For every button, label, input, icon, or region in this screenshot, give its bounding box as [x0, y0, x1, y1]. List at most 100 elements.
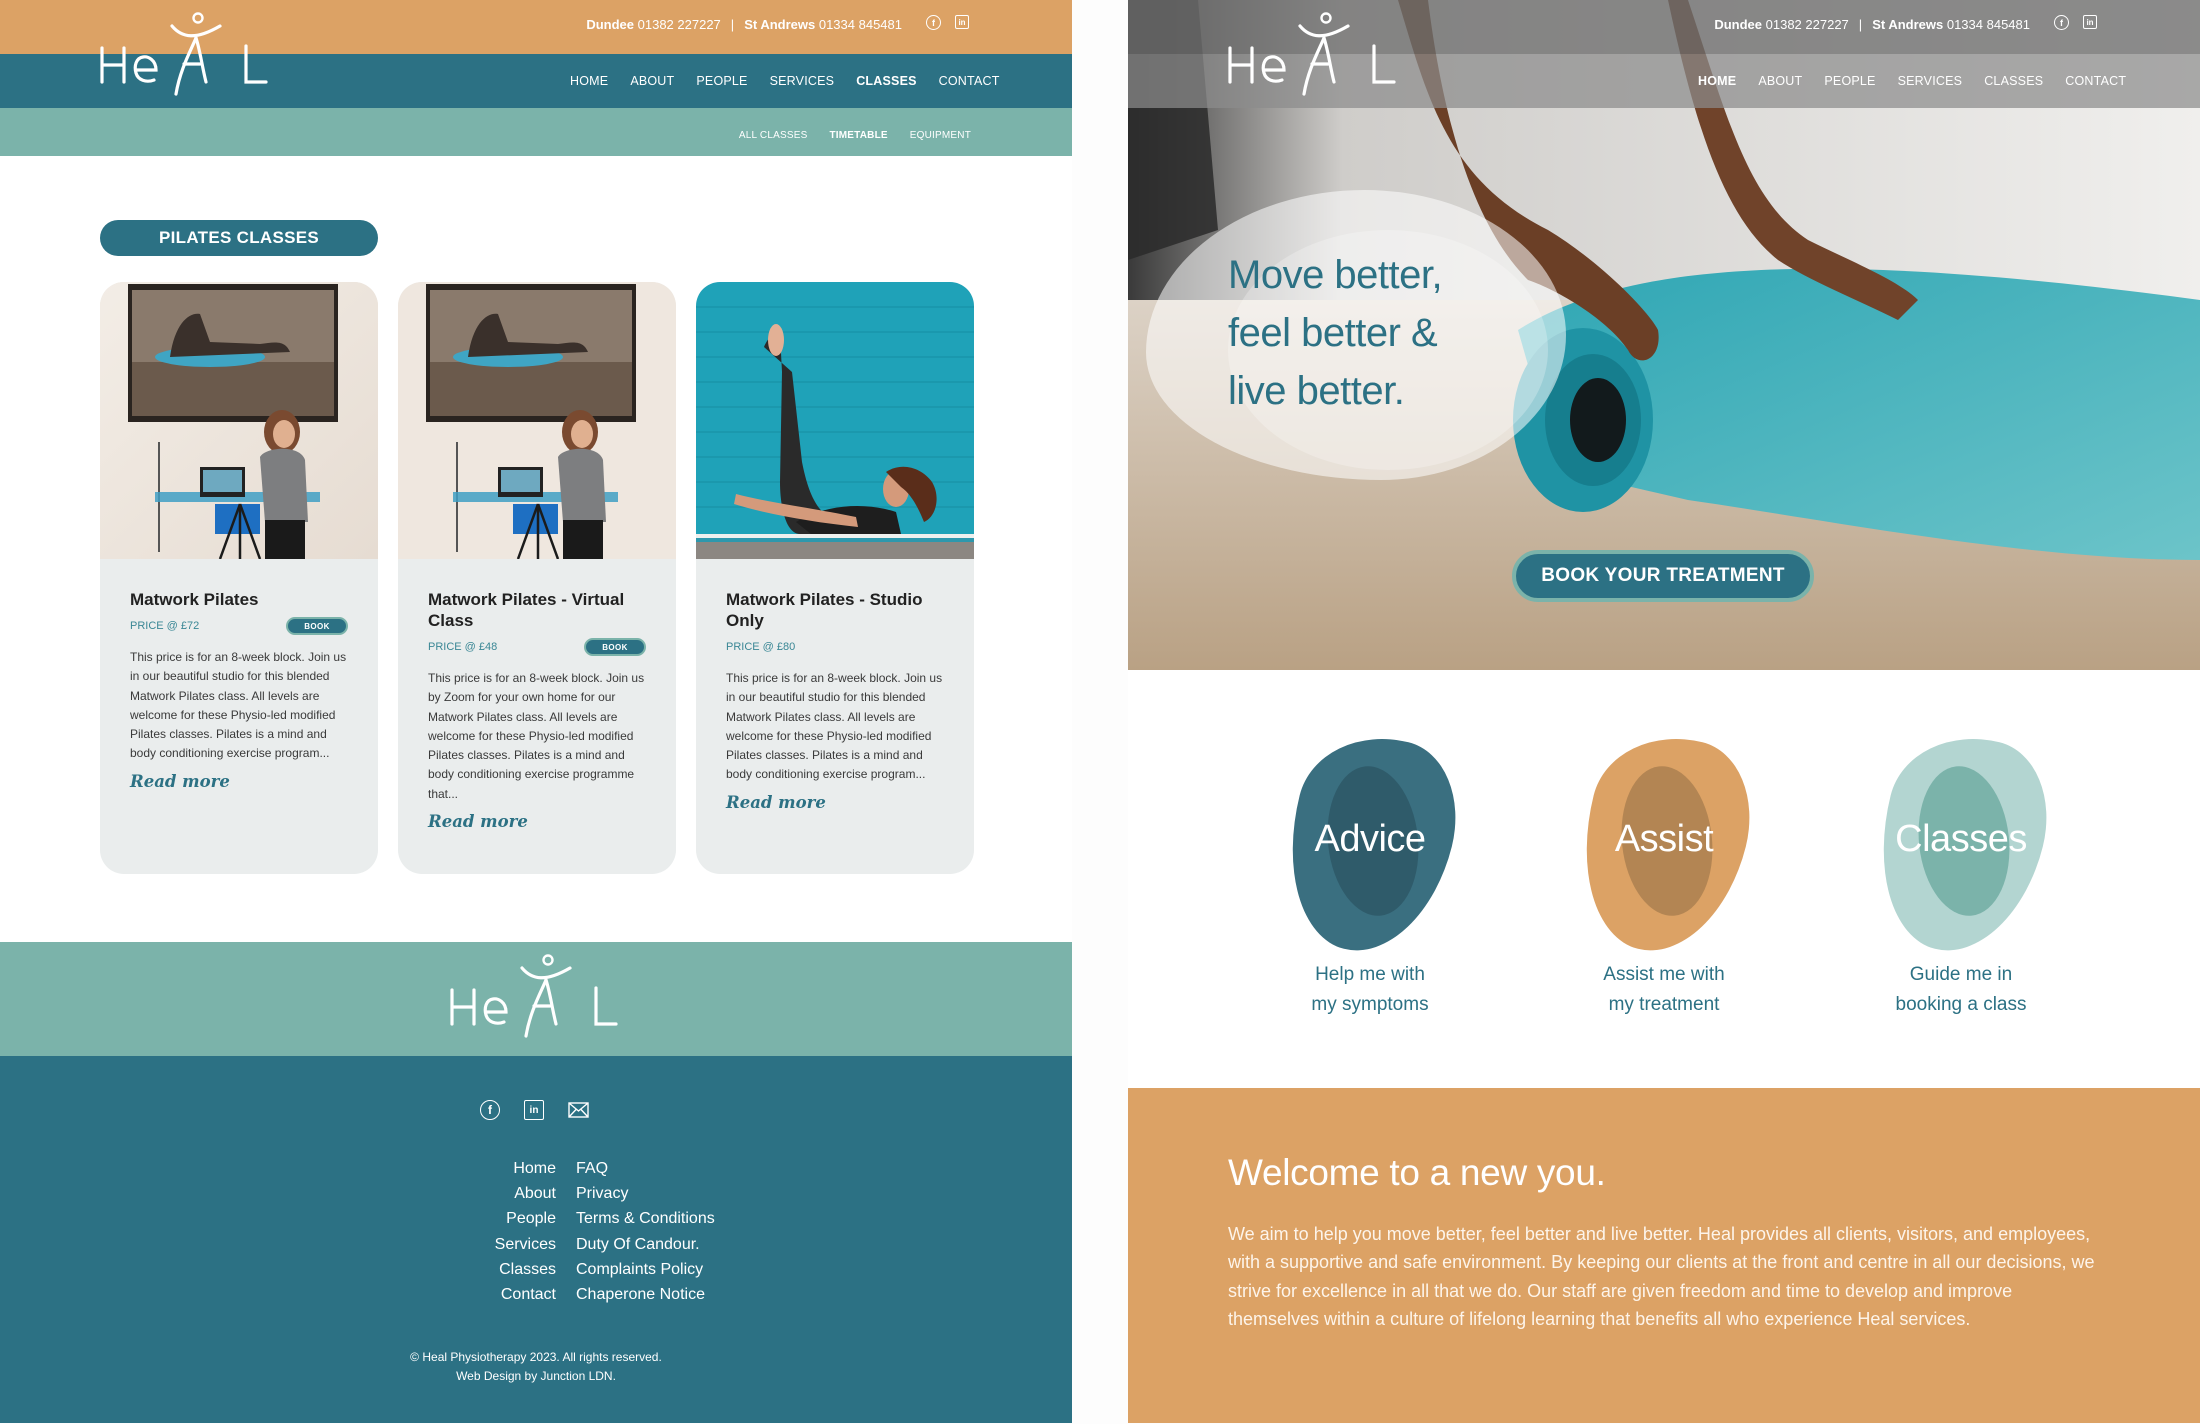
- class-price: PRICE @ £72: [130, 620, 200, 632]
- footer: f in Home About People Services Classes …: [0, 1056, 1072, 1423]
- linkedin-icon[interactable]: in: [524, 1100, 544, 1120]
- read-more-link[interactable]: Read more: [726, 793, 944, 812]
- heal-logo[interactable]: [96, 10, 271, 96]
- nav-people[interactable]: PEOPLE: [696, 74, 747, 88]
- class-image-virtual-studio: [100, 282, 378, 559]
- blob-advice-icon: Advice: [1266, 719, 1474, 969]
- footer-link-faq[interactable]: FAQ: [576, 1156, 826, 1181]
- footer-link-classes[interactable]: Classes: [306, 1257, 556, 1282]
- footer-link-services[interactable]: Services: [306, 1232, 556, 1257]
- main-nav: HOME ABOUT PEOPLE SERVICES CLASSES CONTA…: [1698, 74, 2126, 88]
- footer-link-terms[interactable]: Terms & Conditions: [576, 1206, 826, 1231]
- pathway-caption-line: my treatment: [1608, 994, 1720, 1015]
- footer-link-duty-of-candour[interactable]: Duty Of Candour.: [576, 1232, 826, 1257]
- pathway-advice[interactable]: Advice Help me with my symptoms: [1266, 719, 1474, 1020]
- nav-home[interactable]: HOME: [1698, 74, 1736, 88]
- footer-link-home[interactable]: Home: [306, 1156, 556, 1181]
- footer-links-main: Home About People Services Classes Conta…: [306, 1156, 556, 1307]
- nav-services[interactable]: SERVICES: [1898, 74, 1963, 88]
- email-icon[interactable]: [568, 1102, 589, 1118]
- welcome-body: We aim to help you move better, feel bet…: [1228, 1224, 2095, 1329]
- facebook-icon[interactable]: f: [2054, 15, 2069, 30]
- facebook-icon[interactable]: f: [926, 15, 941, 30]
- blob-assist-icon: Assist: [1560, 719, 1768, 969]
- pathway-caption: Help me with my symptoms: [1270, 960, 1470, 1020]
- footer-link-contact[interactable]: Contact: [306, 1282, 556, 1307]
- facebook-icon[interactable]: f: [480, 1100, 500, 1120]
- contact-phone[interactable]: 01334 845481: [1947, 17, 2030, 32]
- welcome-title: Welcome to a new you.: [1228, 1152, 1606, 1193]
- pathway-caption-line: Assist me with: [1603, 964, 1725, 985]
- nav-about[interactable]: ABOUT: [1758, 74, 1802, 88]
- read-more-link[interactable]: Read more: [130, 772, 348, 791]
- contact-separator: |: [1858, 17, 1863, 32]
- footer-heal-logo[interactable]: [446, 952, 621, 1038]
- class-image-pilates-pose: [696, 282, 974, 559]
- contact-phone[interactable]: 01382 227227: [638, 17, 721, 32]
- design-credit[interactable]: Web Design by Junction LDN.: [0, 1367, 1072, 1386]
- heal-logo[interactable]: [1224, 10, 1399, 96]
- nav-contact[interactable]: CONTACT: [2065, 74, 2126, 88]
- nav-people[interactable]: PEOPLE: [1824, 74, 1875, 88]
- hero-headline-line: Move better,: [1228, 253, 1443, 297]
- nav-classes[interactable]: CLASSES: [856, 74, 916, 88]
- pathway-label: Classes: [1895, 818, 2027, 860]
- pathway-caption: Guide me in booking a class: [1861, 960, 2061, 1020]
- contact-numbers: Dundee 01382 227227 | St Andrews 01334 8…: [1714, 17, 2030, 32]
- class-price: PRICE @ £48: [428, 641, 498, 653]
- copyright-text: © Heal Physiotherapy 2023. All rights re…: [410, 1350, 662, 1364]
- contact-phone[interactable]: 01334 845481: [819, 17, 902, 32]
- class-title[interactable]: Matwork Pilates: [130, 589, 348, 610]
- footer-links: Home About People Services Classes Conta…: [0, 1156, 1072, 1307]
- classes-page: Dundee 01382 227227 | St Andrews 01334 8…: [0, 0, 1072, 1423]
- footer-link-privacy[interactable]: Privacy: [576, 1181, 826, 1206]
- footer-links-legal: FAQ Privacy Terms & Conditions Duty Of C…: [576, 1156, 826, 1307]
- welcome-section: Welcome to a new you. We aim to help you…: [1128, 1088, 2200, 1423]
- nav-home[interactable]: HOME: [570, 74, 608, 88]
- contact-separator: |: [730, 17, 735, 32]
- nav-contact[interactable]: CONTACT: [939, 74, 1000, 88]
- subnav-timetable[interactable]: TIMETABLE: [829, 130, 887, 141]
- contact-numbers: Dundee 01382 227227 | St Andrews 01334 8…: [586, 17, 902, 32]
- heal-logo-icon: [1228, 12, 1396, 96]
- book-treatment-button[interactable]: BOOK YOUR TREATMENT: [1512, 550, 1814, 602]
- subnav-all-classes[interactable]: ALL CLASSES: [739, 130, 808, 141]
- footer-link-chaperone[interactable]: Chaperone Notice: [576, 1282, 826, 1307]
- footer-link-complaints[interactable]: Complaints Policy: [576, 1257, 826, 1282]
- contact-location: St Andrews: [1872, 17, 1944, 32]
- pathway-assist[interactable]: Assist Assist me with my treatment: [1560, 719, 1768, 1020]
- nav-services[interactable]: SERVICES: [770, 74, 835, 88]
- copyright: © Heal Physiotherapy 2023. All rights re…: [0, 1348, 1072, 1386]
- class-title[interactable]: Matwork Pilates - Virtual Class: [428, 589, 646, 631]
- linkedin-icon[interactable]: in: [955, 15, 969, 29]
- pathway-caption-line: booking a class: [1895, 994, 2027, 1015]
- footer-link-people[interactable]: People: [306, 1206, 556, 1231]
- book-button[interactable]: BOOK: [286, 617, 348, 635]
- hero-headline: Move better, feel better & live better.: [1228, 246, 1443, 420]
- contact-phone[interactable]: 01382 227227: [1766, 17, 1849, 32]
- pathway-caption-line: Guide me in: [1909, 964, 2013, 985]
- class-description: This price is for an 8-week block. Join …: [130, 650, 347, 761]
- hero-headline-line: live better.: [1228, 369, 1405, 413]
- pathway-caption-line: my symptoms: [1311, 994, 1429, 1015]
- header-social: f in: [2054, 15, 2097, 30]
- class-price: PRICE @ £80: [726, 641, 796, 653]
- nav-classes[interactable]: CLASSES: [1984, 74, 2043, 88]
- class-description: This price is for an 8-week block. Join …: [726, 671, 943, 782]
- hero-headline-line: feel better &: [1228, 311, 1438, 355]
- hero: Move better, feel better & live better. …: [1128, 0, 2200, 670]
- footer-link-about[interactable]: About: [306, 1181, 556, 1206]
- subnav-equipment[interactable]: EQUIPMENT: [910, 130, 971, 141]
- read-more-link[interactable]: Read more: [428, 812, 646, 831]
- book-button[interactable]: BOOK: [584, 638, 646, 656]
- pathway-classes[interactable]: Classes Guide me in booking a class: [1857, 719, 2065, 1020]
- class-description: This price is for an 8-week block. Join …: [428, 671, 645, 801]
- nav-about[interactable]: ABOUT: [630, 74, 674, 88]
- pathway-label: Assist: [1614, 818, 1714, 860]
- header-social: f in: [926, 15, 969, 30]
- class-card: Matwork Pilates - Studio Only PRICE @ £8…: [696, 282, 974, 874]
- class-title[interactable]: Matwork Pilates - Studio Only: [726, 589, 944, 631]
- linkedin-icon[interactable]: in: [2083, 15, 2097, 29]
- main-nav: HOME ABOUT PEOPLE SERVICES CLASSES CONTA…: [570, 74, 1000, 88]
- blob-classes-icon: Classes: [1857, 719, 2065, 969]
